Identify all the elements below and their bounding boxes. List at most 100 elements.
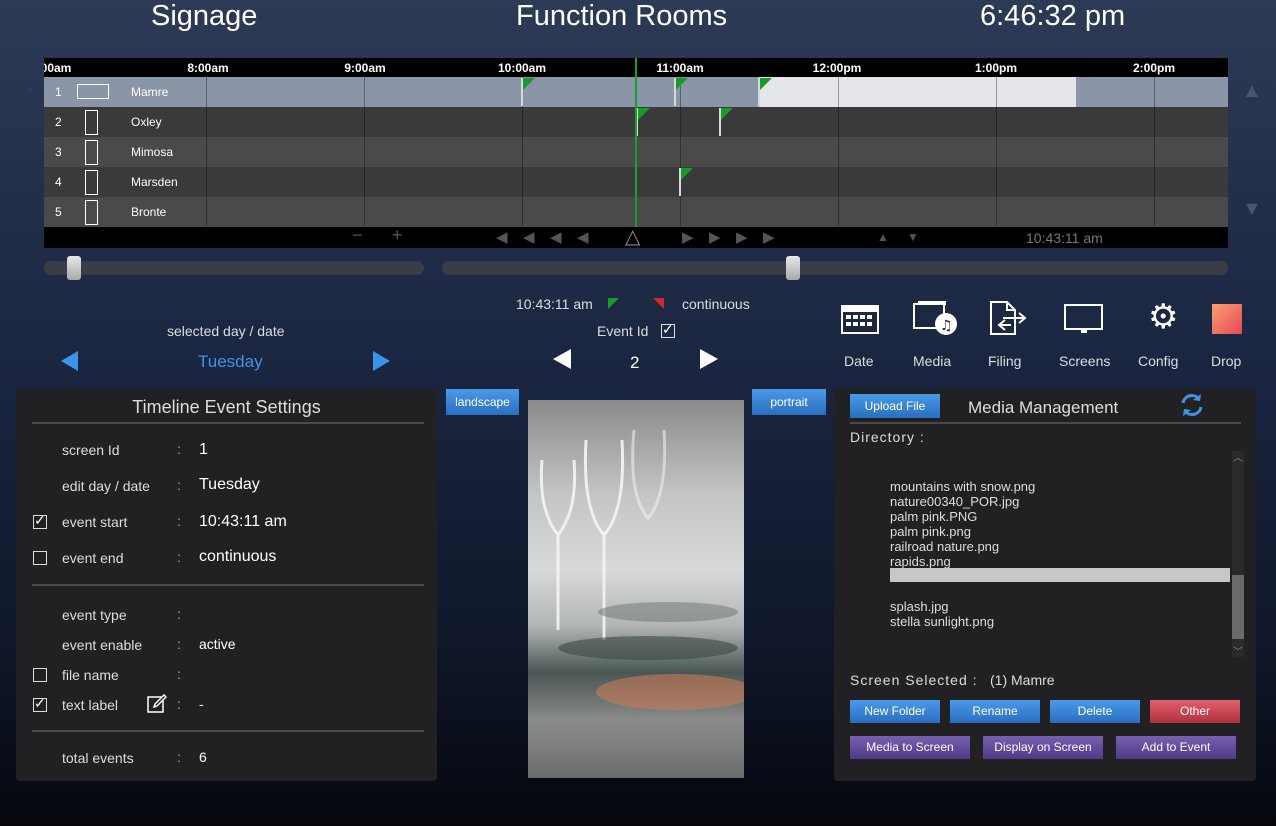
file-item[interactable]: mountains with snow.png [890,479,1035,494]
text-label-checkbox[interactable] [33,695,47,712]
zoom-in-button[interactable]: + [392,225,403,246]
scroll-left-slow-icon[interactable]: ◀ [577,228,589,246]
file-list-bottom: splash.jpg stella sunlight.png [890,599,994,629]
file-item[interactable]: palm pink.png [890,524,1035,539]
file-list-top: mountains with snow.png nature00340_POR.… [890,479,1035,569]
edit-icon[interactable] [147,693,168,719]
monitor-icon [1064,304,1103,333]
tool-config[interactable]: ⚙ [1148,300,1178,334]
screen-name: Marsden [131,175,178,189]
tick-label: 9:00am [344,61,386,75]
tool-date[interactable] [841,302,879,339]
file-item[interactable]: nature00340_POR.jpg [890,494,1035,509]
edit-day-label: edit day / date [62,478,150,494]
event-id-checkbox[interactable] [661,321,675,338]
end-flag-icon [653,298,664,309]
colon: : [177,749,181,765]
tool-screens[interactable] [1064,304,1104,341]
date-nav-label: selected day / date [167,323,285,339]
timeline[interactable]: 00am 8:00am 9:00am 10:00am 11:00am 12:00… [44,58,1228,248]
prev-event-icon[interactable] [553,349,571,369]
media-preview-image [528,400,744,778]
zoom-slider-track[interactable] [44,261,424,275]
tool-filing[interactable] [989,300,1029,341]
colon: : [177,696,181,712]
scroll-right-fast-icon[interactable]: ▶ [763,228,775,246]
tool-drop-label: Drop [1211,353,1242,369]
scroll-left-fast-icon[interactable]: ◀ [496,228,508,246]
colon: : [177,666,181,682]
screen-name: Oxley [131,115,162,129]
file-item[interactable]: railroad nature.png [890,539,1035,554]
row-down-icon[interactable]: ▼ [907,230,919,244]
zoom-out-button[interactable]: − [352,225,363,246]
event-flag[interactable] [674,78,688,106]
scroll-up-icon[interactable]: ︿ [1233,449,1243,464]
grid-line [1154,77,1155,227]
tool-screens-label: Screens [1059,353,1111,369]
refresh-button[interactable] [1178,391,1206,424]
tool-media[interactable]: ♫ [913,300,959,341]
scroll-right-icon[interactable]: ▶ [736,228,748,246]
delete-button[interactable]: Delete [1050,700,1140,723]
divider [32,730,424,732]
tool-media-label: Media [913,353,952,369]
selected-day: Tuesday [198,352,263,371]
event-id-value: 2 [630,353,640,372]
scroll-up-icon[interactable]: ▲ [1242,80,1262,103]
screen-number: 5 [55,205,62,219]
event-enable-value[interactable]: active [199,636,236,652]
grid-line [206,77,207,227]
file-item[interactable]: rapids.png [890,554,1035,569]
selected-file-highlight[interactable] [890,568,1230,582]
scroll-right-slow-icon[interactable]: ▶ [682,228,694,246]
event-block[interactable] [759,77,1076,107]
time-slider-handle[interactable] [786,256,800,280]
event-flag[interactable] [719,108,733,136]
calendar-icon [841,305,879,334]
portrait-button[interactable]: portrait [752,389,826,415]
file-item[interactable]: stella sunlight.png [890,614,994,629]
other-button[interactable]: Other [1150,700,1240,723]
next-event-icon[interactable] [700,349,718,369]
event-end-label: event end [62,550,124,566]
rename-button[interactable]: Rename [950,700,1040,723]
file-item[interactable]: palm pink.PNG [890,509,1035,524]
scroll-left-icon[interactable]: ◀ [550,228,562,246]
event-flag[interactable] [679,168,693,196]
media-to-screen-button[interactable]: Media to Screen [850,736,970,759]
drop-icon[interactable] [1212,304,1242,334]
file-name-checkbox[interactable] [33,668,47,682]
next-day-icon[interactable] [373,351,390,371]
file-scrollbar[interactable]: ︿ ﹀ [1232,449,1244,658]
scroll-down-icon[interactable]: ▼ [1242,198,1262,221]
event-flag[interactable] [521,78,535,106]
screen-selected-value: (1) Mamre [990,672,1055,688]
total-events-label: total events [62,750,134,766]
new-folder-button[interactable]: New Folder [850,700,940,723]
event-end-checkbox[interactable] [33,551,47,565]
landscape-button[interactable]: landscape [446,389,519,415]
scrollbar-thumb[interactable] [1232,575,1244,639]
scroll-right-icon[interactable]: ▶ [709,228,721,246]
event-flag[interactable] [758,78,772,106]
upload-file-button[interactable]: Upload File [850,394,940,418]
scroll-down-icon[interactable]: ﹀ [1233,643,1243,658]
prev-day-icon[interactable] [61,351,78,371]
event-start-checkbox[interactable] [33,512,47,529]
time-slider-track[interactable] [442,261,1228,275]
zoom-slider-handle[interactable] [67,256,81,280]
add-to-event-button[interactable]: Add to Event [1116,736,1236,759]
scroll-left-icon[interactable]: ◀ [523,228,535,246]
display-on-screen-button[interactable]: Display on Screen [983,736,1103,759]
wine-glasses-image [539,429,744,710]
screen-id-value: 1 [199,441,208,458]
file-name-label: file name [62,667,119,683]
screen-id-label: screen Id [62,442,120,458]
media-management-panel: Upload File Media Management Directory :… [834,389,1256,781]
file-item[interactable]: splash.jpg [890,599,994,614]
screen-number: 2 [55,115,62,129]
now-marker-icon[interactable]: △ [625,224,640,248]
row-up-icon[interactable]: ▲ [877,230,889,244]
portrait-screen-icon [85,110,98,135]
